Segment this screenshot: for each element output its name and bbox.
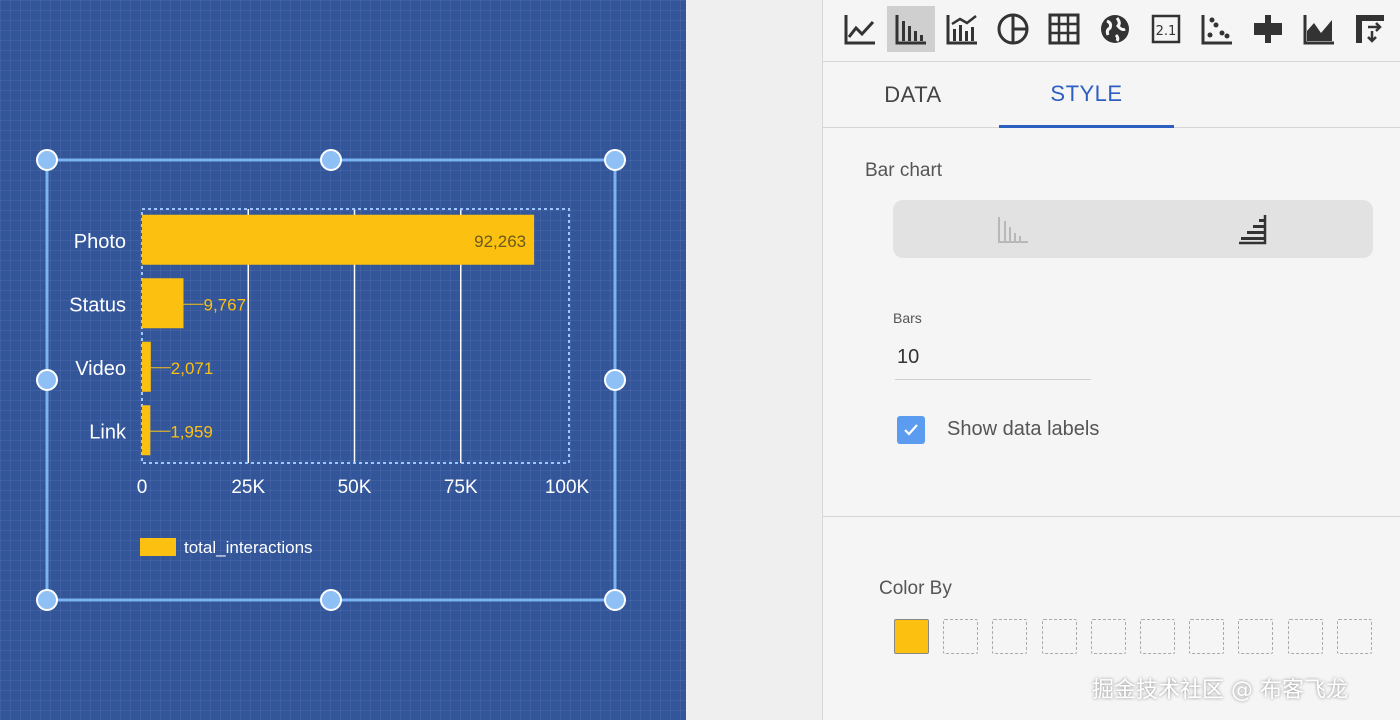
svg-text:2.1: 2.1 xyxy=(1156,24,1177,39)
x-tick-label: 50K xyxy=(338,477,372,498)
section-title-color-by: Color By xyxy=(879,578,952,599)
legend-label: total_interactions xyxy=(184,538,313,557)
category-label: Link xyxy=(89,421,127,443)
data-label: 2,071 xyxy=(171,359,214,378)
scorecard-icon[interactable]: 2.1 xyxy=(1142,6,1190,52)
color-swatch-empty[interactable] xyxy=(943,619,979,654)
pie-chart-icon[interactable] xyxy=(989,6,1037,52)
tab-style[interactable]: STYLE xyxy=(999,62,1174,128)
resize-handle[interactable] xyxy=(604,589,626,611)
tab-data[interactable]: DATA xyxy=(863,62,963,128)
resize-handle[interactable] xyxy=(320,589,342,611)
legend-swatch xyxy=(140,538,176,556)
x-tick-label: 25K xyxy=(231,477,265,498)
category-label: Photo xyxy=(74,231,126,253)
area-chart-icon[interactable] xyxy=(1295,6,1343,52)
color-swatch-empty[interactable] xyxy=(1090,619,1126,654)
combo-chart-icon[interactable] xyxy=(938,6,986,52)
resize-handle[interactable] xyxy=(36,369,58,391)
chart-legend: total_interactions xyxy=(140,538,313,557)
bar-chart[interactable]: 92,263 9,767 2,071 1,959 0 25K 50K 75K 100K Pho… xyxy=(0,0,686,720)
pivot-table-icon[interactable] xyxy=(1346,6,1394,52)
bar xyxy=(142,405,151,456)
x-tick-label: 75K xyxy=(444,477,478,498)
color-swatch-empty[interactable] xyxy=(1287,619,1323,654)
bullet-chart-icon[interactable] xyxy=(1244,6,1292,52)
data-label: 9,767 xyxy=(204,295,247,314)
watermark: 掘金技术社区 @ 布客飞龙 xyxy=(1092,678,1348,703)
line-chart-icon[interactable] xyxy=(836,6,884,52)
bar xyxy=(142,341,151,392)
report-canvas[interactable]: 92,263 9,767 2,071 1,959 0 25K 50K 75K 100K Pho… xyxy=(0,0,686,720)
bars-input[interactable] xyxy=(895,336,1091,380)
resize-handle[interactable] xyxy=(320,149,342,171)
resize-handle[interactable] xyxy=(604,149,626,171)
bars-label: Bars xyxy=(893,310,922,326)
x-tick-label: 0 xyxy=(137,477,148,498)
color-swatch-empty[interactable] xyxy=(1041,619,1077,654)
resize-handle[interactable] xyxy=(604,369,626,391)
color-swatch-empty[interactable] xyxy=(1140,619,1175,654)
table-icon[interactable] xyxy=(1040,6,1088,52)
color-swatch-empty[interactable] xyxy=(1189,619,1225,654)
color-swatch-empty[interactable] xyxy=(1238,619,1274,654)
orientation-toggle xyxy=(893,200,1373,258)
category-label: Video xyxy=(75,358,126,380)
resize-handle[interactable] xyxy=(36,149,58,171)
scatter-chart-icon[interactable] xyxy=(1193,6,1241,52)
horizontal-bars-icon[interactable] xyxy=(1133,200,1373,258)
show-data-labels-checkbox[interactable] xyxy=(897,416,925,444)
resize-handle[interactable] xyxy=(36,589,58,611)
properties-panel: 2.1 DATA STYLE Bar chart Bars Show data … xyxy=(822,0,1400,720)
section-divider xyxy=(823,516,1400,517)
color-swatch-empty[interactable] xyxy=(992,619,1028,654)
chart-type-toolbar: 2.1 xyxy=(823,0,1400,62)
x-tick-label: 100K xyxy=(545,477,590,498)
section-title-bar-chart: Bar chart xyxy=(865,160,943,181)
color-swatch-selected[interactable] xyxy=(894,619,929,654)
data-label: 1,959 xyxy=(170,422,213,441)
vertical-bars-icon[interactable] xyxy=(893,200,1133,258)
category-label: Status xyxy=(69,294,126,316)
bar-chart-icon[interactable] xyxy=(887,6,935,52)
geo-map-icon[interactable] xyxy=(1091,6,1139,52)
color-swatch-empty[interactable] xyxy=(1336,619,1372,654)
checkmark-icon xyxy=(904,424,918,436)
editor-gutter xyxy=(686,0,822,720)
bar xyxy=(142,278,184,329)
data-label: 92,263 xyxy=(474,232,526,251)
show-data-labels-label[interactable]: Show data labels xyxy=(947,418,1099,441)
panel-tabs: DATA STYLE xyxy=(823,62,1400,128)
